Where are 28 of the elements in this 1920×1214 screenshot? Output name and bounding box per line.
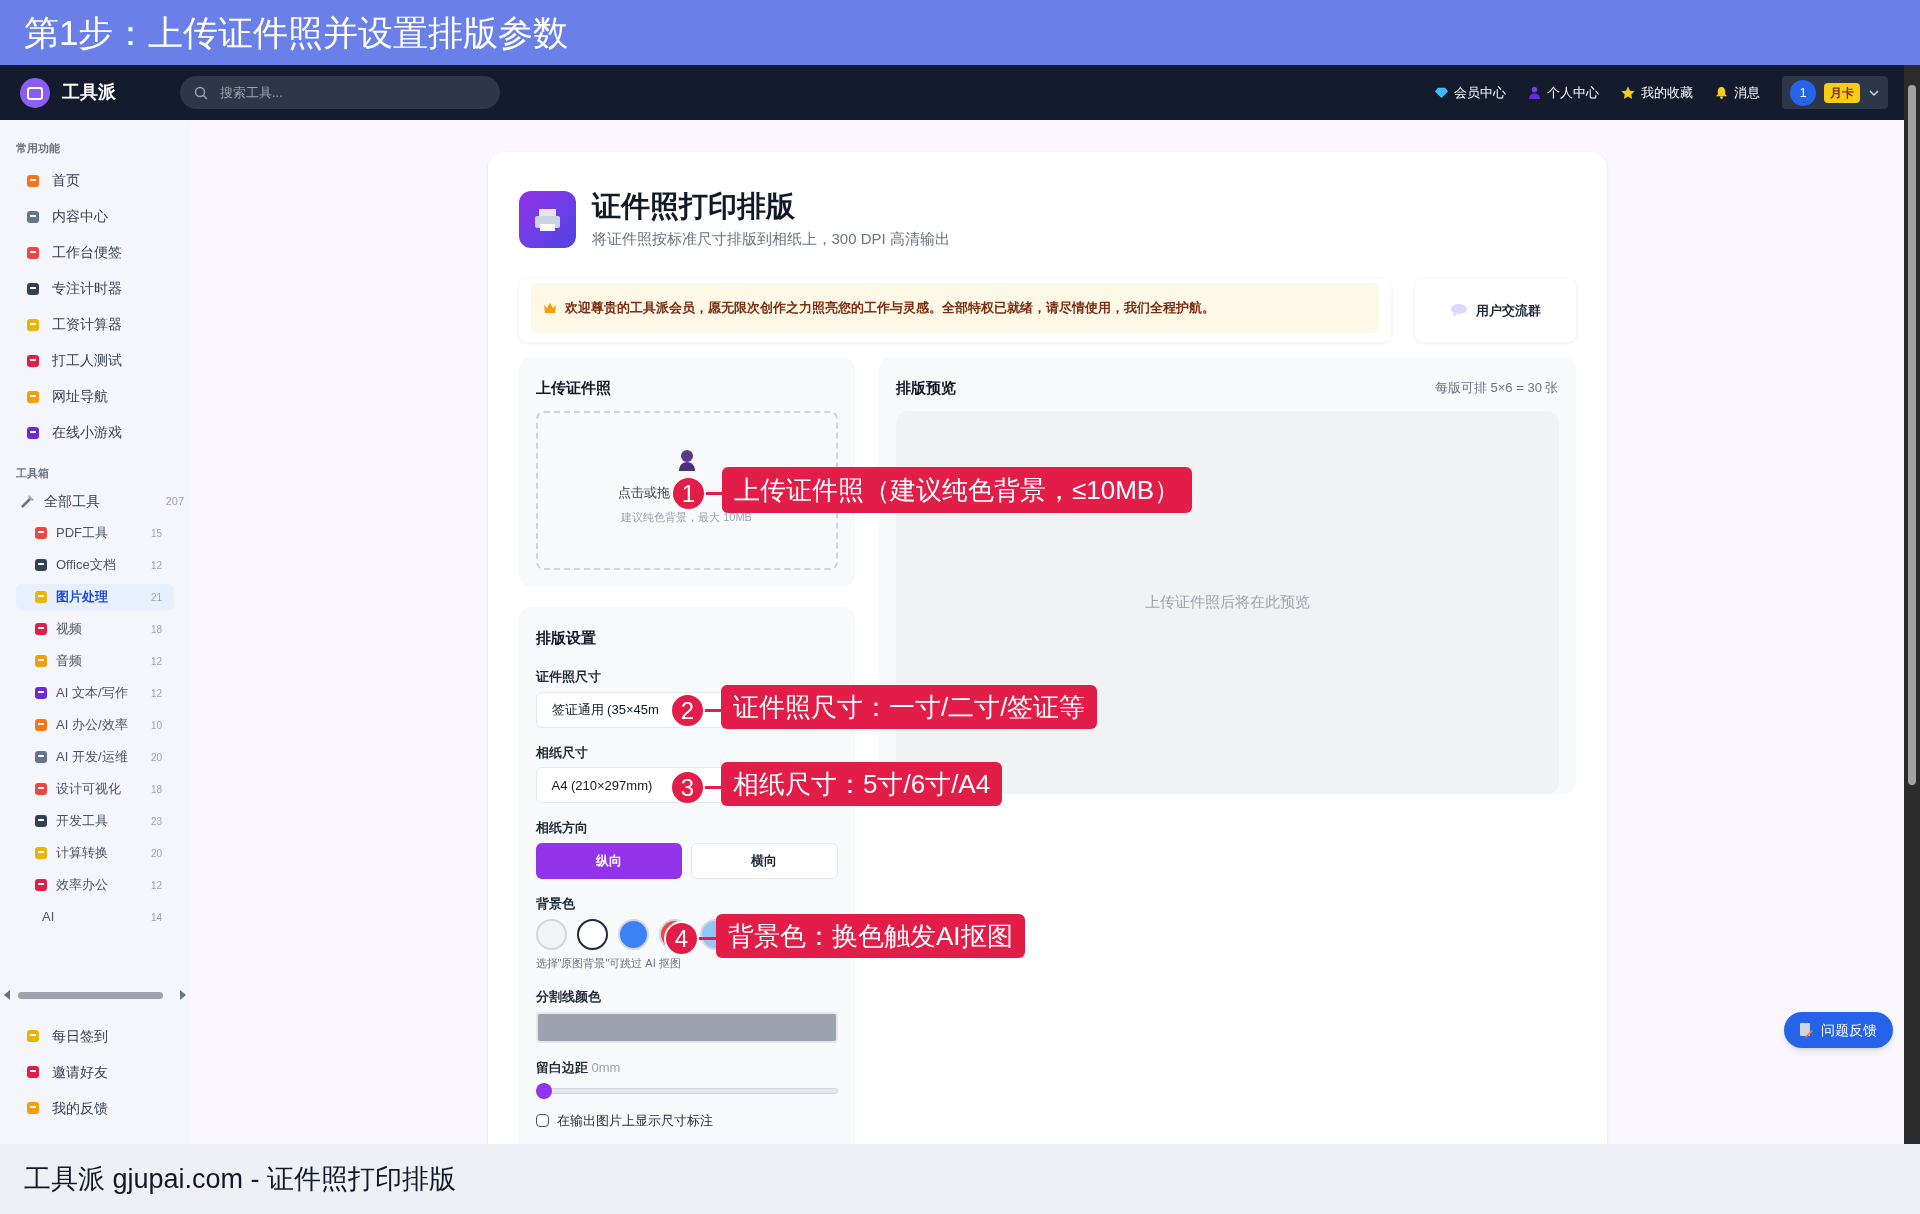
checkbox-label: 在输出图片上显示尺寸标注 — [556, 1111, 713, 1130]
section-label: 常用功能 — [15, 141, 61, 156]
field-label: 分割线颜色 — [535, 987, 602, 1006]
callout-tooltip: 背景色：换色触发AI抠图 — [716, 914, 1025, 958]
field-label: 证件照尺寸 — [535, 668, 602, 687]
panel-title: 排版预览 — [895, 377, 956, 398]
callout-tooltip: 相纸尺寸：5寸/6寸/A4 — [721, 762, 1003, 806]
margin-value: 0mm — [591, 1059, 621, 1078]
field-label: 相纸方向 — [535, 819, 589, 838]
panel-title: 排版设置 — [535, 627, 597, 648]
brand-name: 工具派 — [62, 81, 116, 104]
callout-tooltip: 上传证件照（建议纯色背景，≤10MB） — [722, 467, 1193, 513]
panel-title: 上传证件照 — [535, 377, 612, 398]
callout-tooltip: 证件照尺寸：一寸/二寸/签证等 — [721, 685, 1098, 729]
page-subtitle: 将证件照按标准尺寸排版到相纸上，300 DPI 高清输出 — [591, 229, 950, 250]
field-label: 相纸尺寸 — [535, 743, 589, 762]
user-avatar: 1 — [1790, 79, 1816, 106]
layout-capacity: 每版可排 5×6 = 30 张 — [1434, 379, 1559, 398]
section-label: 工具箱 — [15, 465, 50, 481]
plan-badge: 月卡 — [1824, 82, 1860, 103]
welcome-message: 欢迎尊贵的工具派会员，愿无限次创作之力照亮您的工作与灵感。全部特权已就绪，请尽情使用，我们全程护航。 — [564, 299, 1215, 317]
field-label: 留白边距 — [535, 1059, 588, 1078]
banner-title: 第1步：上传证件照并设置排版参数 — [24, 15, 569, 50]
page-title: 证件照打印排版 — [591, 189, 796, 224]
field-label: 背景色 — [535, 894, 576, 913]
upload-prompt: 点击或拖 — [617, 484, 670, 503]
caption-text: 工具派 gjupai.com - 证件照打印排版 — [24, 1162, 457, 1196]
field-hint: 选择"原图背景"可跳过 AI 抠图 — [535, 956, 682, 972]
